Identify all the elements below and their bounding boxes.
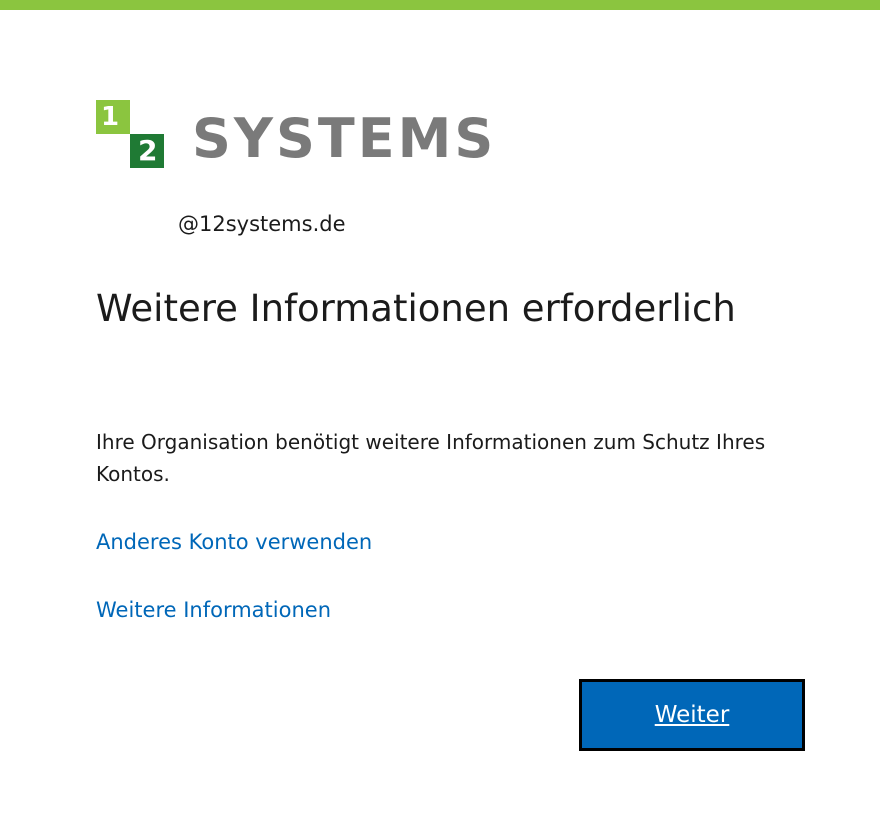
logo-mark-two-digit: 2 [138,134,158,167]
logo-wordmark: SYSTEMS [192,107,497,170]
sign-in-page: 1 2 SYSTEMS @12systems.de Weitere Inform… [0,0,880,825]
next-button[interactable]: Weiter [579,679,805,751]
company-logo: 1 2 SYSTEMS [96,100,516,172]
logo-mark-one-digit: 1 [101,102,120,132]
more-information-link[interactable]: Weitere Informationen [96,598,331,622]
logo-mark-one: 1 [96,100,130,134]
page-description: Ihre Organisation benötigt weitere Infor… [96,430,766,486]
account-identifier: @12systems.de [178,212,346,236]
use-other-account-link[interactable]: Anderes Konto verwenden [96,530,372,554]
top-accent-bar [0,0,880,10]
logo-mark-two: 2 [130,134,164,168]
page-title: Weitere Informationen erforderlich [96,287,736,330]
